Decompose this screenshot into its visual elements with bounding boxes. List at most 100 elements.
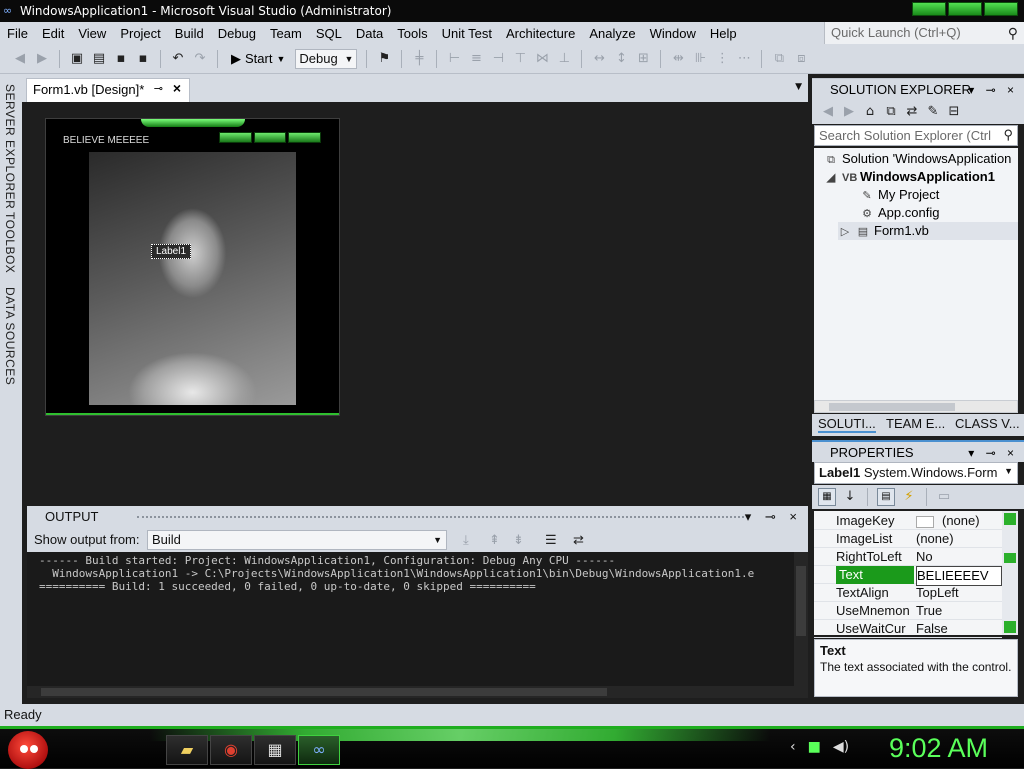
chrome-icon[interactable]: ◉ xyxy=(210,735,252,765)
picturebox-photo[interactable]: Label1 xyxy=(89,152,296,405)
label1-control[interactable]: Label1 xyxy=(151,244,192,259)
align-middles-icon[interactable]: ⋈ xyxy=(534,51,550,67)
decrease-spacing-icon[interactable]: ⋮ xyxy=(714,51,730,67)
property-value[interactable]: No xyxy=(916,548,1002,566)
form-designer-surface[interactable]: BELIEVE MEEEEE Label1 xyxy=(27,102,808,500)
panel-controls[interactable]: ▾ ⊸ × xyxy=(968,442,1018,464)
quick-launch-input[interactable]: Quick Launch (Ctrl+Q) ⚲ xyxy=(824,22,1024,44)
menu-window[interactable]: Window xyxy=(643,26,703,41)
property-value[interactable]: (none) xyxy=(916,512,1002,530)
alphabetical-icon[interactable]: ↓ xyxy=(842,489,858,505)
menu-unit-test[interactable]: Unit Test xyxy=(435,26,499,41)
scroll-up-arrow[interactable] xyxy=(1004,513,1016,525)
menu-debug[interactable]: Debug xyxy=(211,26,263,41)
align-tops-icon[interactable]: ⊤ xyxy=(512,51,528,67)
panel-controls[interactable]: ▾ ⊸ × xyxy=(968,79,1018,101)
form1-preview[interactable]: BELIEVE MEEEEE Label1 xyxy=(45,118,340,416)
menu-edit[interactable]: Edit xyxy=(35,26,71,41)
align-grid-icon[interactable]: ╪ xyxy=(411,51,427,67)
volume-icon[interactable]: ◀) xyxy=(833,739,849,755)
property-row-imagekey[interactable]: ImageKey (none) xyxy=(814,512,1002,530)
align-centers-icon[interactable]: ≡ xyxy=(468,51,484,67)
taskbar-clock[interactable]: 9:02 AM xyxy=(889,733,988,764)
maximize-button[interactable] xyxy=(948,2,982,16)
scrollbar-thumb[interactable] xyxy=(796,566,806,636)
menu-view[interactable]: View xyxy=(71,26,113,41)
properties-view-icon[interactable]: ▤ xyxy=(877,488,895,506)
next-message-icon[interactable]: ⇟ xyxy=(513,528,524,552)
toggle-word-wrap-icon[interactable]: ⇄ xyxy=(573,528,584,552)
file-explorer-icon[interactable]: ▰ xyxy=(166,735,208,765)
property-value[interactable]: (none) xyxy=(916,530,1002,548)
scrollbar-thumb[interactable] xyxy=(829,403,955,411)
forward-icon[interactable]: ▶ xyxy=(841,104,857,120)
close-button[interactable] xyxy=(984,2,1018,16)
action-center-icon[interactable]: ■ xyxy=(808,739,821,755)
solution-configuration-dropdown[interactable]: Debug ▼ xyxy=(295,48,358,69)
same-size-icon[interactable]: ⊞ xyxy=(635,51,651,67)
toolbox-tab[interactable]: TOOLBOX xyxy=(3,212,17,273)
server-explorer-tab[interactable]: SERVER EXPLORER xyxy=(3,84,17,209)
output-source-dropdown[interactable]: Build ▼ xyxy=(147,530,447,550)
scroll-down-arrow[interactable] xyxy=(1004,621,1016,633)
search-icon[interactable]: ⚲ xyxy=(1008,22,1018,44)
menu-help[interactable]: Help xyxy=(703,26,744,41)
align-lefts-icon[interactable]: ⊢ xyxy=(446,51,462,67)
start-button[interactable] xyxy=(8,731,48,769)
menu-tools[interactable]: Tools xyxy=(390,26,434,41)
align-bottoms-icon[interactable]: ⊥ xyxy=(556,51,572,67)
same-height-icon[interactable]: ↕ xyxy=(613,51,629,67)
properties-icon[interactable]: ✎ xyxy=(925,104,941,120)
form-close-button[interactable] xyxy=(288,132,322,143)
tab-solution-explorer[interactable]: SOLUTI... xyxy=(818,416,876,433)
property-value-input[interactable]: BELIEEEEV xyxy=(916,566,1002,586)
property-row-textalign[interactable]: TextAlign TopLeft xyxy=(814,584,1002,602)
scrollbar-thumb[interactable] xyxy=(41,688,607,696)
horizontal-spacing-icon[interactable]: ⇹ xyxy=(670,51,686,67)
menu-project[interactable]: Project xyxy=(113,26,167,41)
menu-file[interactable]: File xyxy=(0,26,35,41)
previous-message-icon[interactable]: ⇞ xyxy=(489,528,500,552)
property-row-usemnemonic[interactable]: UseMnemon True xyxy=(814,602,1002,620)
tree-node-project[interactable]: ◢ VB WindowsApplication1 xyxy=(824,168,995,186)
property-row-imagelist[interactable]: ImageList (none) xyxy=(814,530,1002,548)
tree-node-solution[interactable]: ⧉ Solution 'WindowsApplication xyxy=(824,150,1011,168)
pending-changes-icon[interactable]: ⧉ xyxy=(883,104,899,120)
property-row-righttoleft[interactable]: RightToLeft No xyxy=(814,548,1002,566)
scrollbar-thumb[interactable] xyxy=(1004,553,1016,563)
undo-icon[interactable]: ↶ xyxy=(170,51,186,67)
categorized-icon[interactable]: ▦ xyxy=(818,488,836,506)
form-minimize-button[interactable] xyxy=(219,132,252,143)
collapse-arrow-icon[interactable]: ◢ xyxy=(824,169,838,187)
navigate-back-icon[interactable]: ◀ xyxy=(12,51,28,67)
menu-sql[interactable]: SQL xyxy=(309,26,349,41)
close-tab-icon[interactable]: × xyxy=(173,80,181,96)
tab-form1-design[interactable]: Form1.vb [Design]* ⊸ × xyxy=(26,78,190,102)
output-vscrollbar[interactable] xyxy=(794,552,808,698)
tree-node-form1[interactable]: ▷ ▤ Form1.vb xyxy=(838,222,1018,240)
chevron-down-icon[interactable]: ▼ xyxy=(795,82,802,92)
output-hscrollbar[interactable] xyxy=(27,686,794,698)
visual-studio-taskbar-icon[interactable]: ∞ xyxy=(298,735,340,765)
collapse-all-icon[interactable]: ⊟ xyxy=(946,104,962,120)
property-grid-vscrollbar[interactable] xyxy=(1002,511,1018,635)
open-file-icon[interactable]: ▤ xyxy=(91,51,107,67)
remove-spacing-icon[interactable]: ⋯ xyxy=(736,51,752,67)
clear-all-icon[interactable]: ☰ xyxy=(545,528,557,552)
menu-data[interactable]: Data xyxy=(349,26,390,41)
solution-explorer-search-input[interactable]: Search Solution Explorer (Ctrl ⚲ xyxy=(814,125,1018,146)
bring-to-front-icon[interactable]: ⧉ xyxy=(771,51,787,67)
expand-arrow-icon[interactable]: ▷ xyxy=(838,223,852,241)
tab-team-explorer[interactable]: TEAM E... xyxy=(886,416,945,431)
property-row-usewaitcursor[interactable]: UseWaitCur False xyxy=(814,620,1002,638)
property-row-text[interactable]: Text BELIEEEEV xyxy=(814,566,1002,586)
save-all-icon[interactable]: ▪ xyxy=(135,51,151,67)
back-icon[interactable]: ◀ xyxy=(820,104,836,120)
align-rights-icon[interactable]: ⊣ xyxy=(490,51,506,67)
find-message-icon[interactable]: ⤓ xyxy=(463,528,469,552)
tree-node-app-config[interactable]: ⚙ App.config xyxy=(860,204,939,222)
menu-build[interactable]: Build xyxy=(168,26,211,41)
tree-node-my-project[interactable]: ✎ My Project xyxy=(860,186,939,204)
find-in-files-icon[interactable]: ⚑ xyxy=(376,51,392,67)
menu-team[interactable]: Team xyxy=(263,26,309,41)
